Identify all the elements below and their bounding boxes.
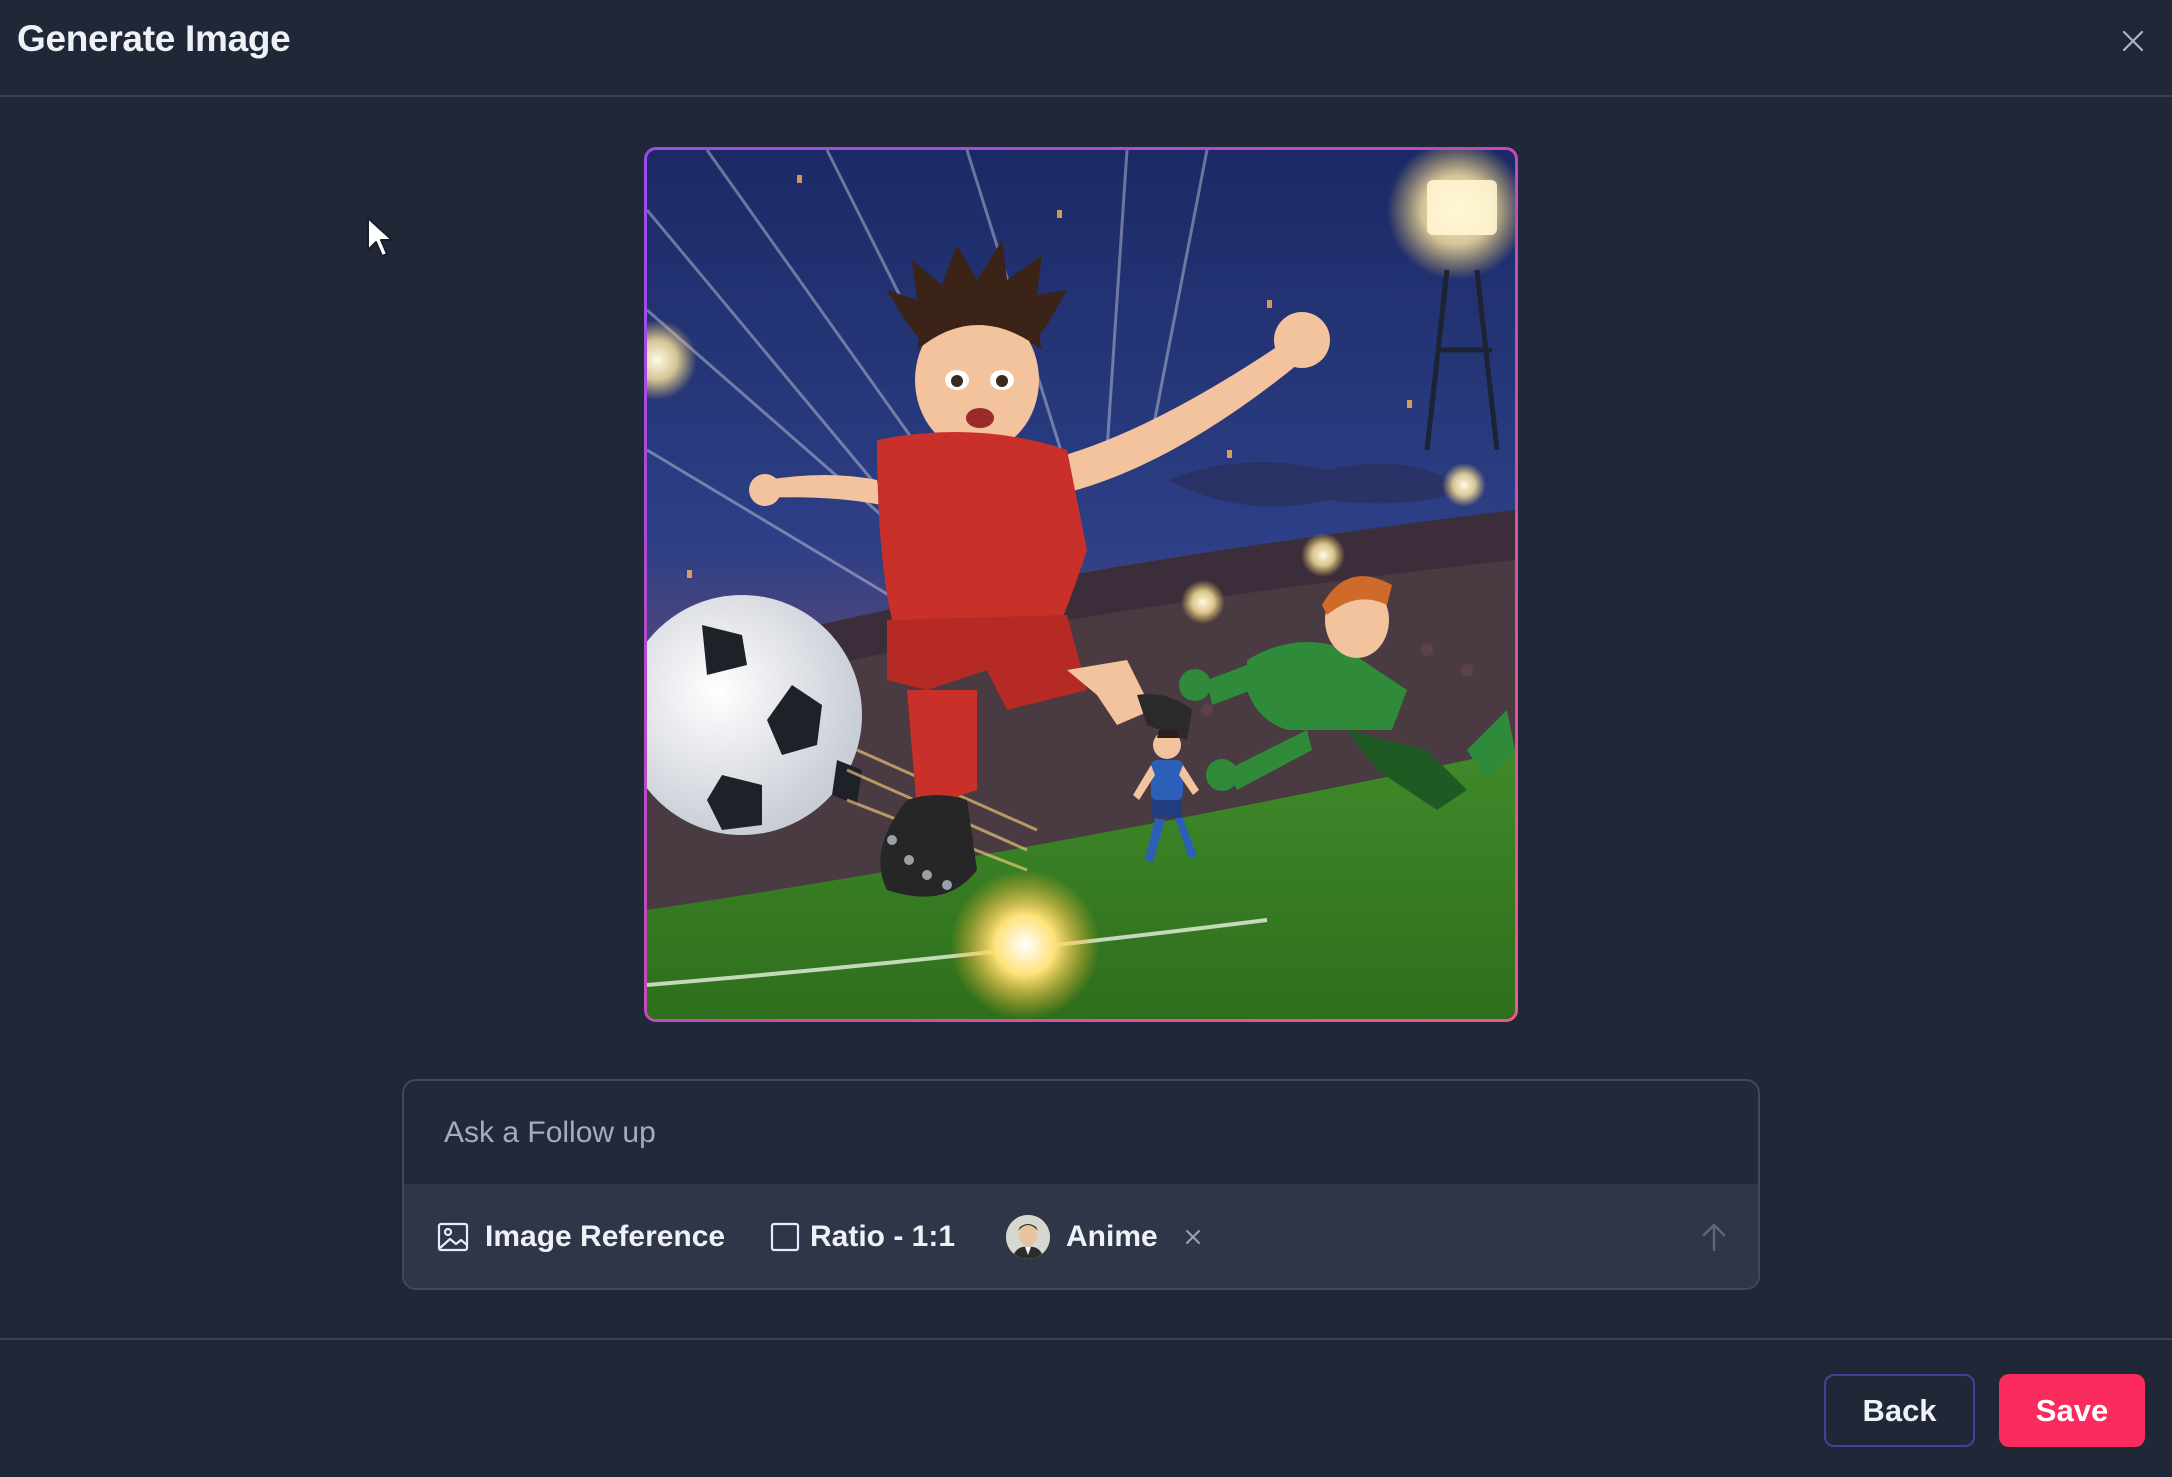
style-chip[interactable]: Anime	[1006, 1184, 1158, 1288]
image-icon	[437, 1221, 469, 1253]
mouse-cursor-icon	[367, 217, 393, 257]
image-reference-label: Image Reference	[485, 1220, 726, 1253]
dialog-header: Generate Image	[0, 0, 2172, 97]
footer-divider	[0, 1338, 2172, 1340]
dialog-title: Generate Image	[17, 18, 291, 59]
style-label: Anime	[1066, 1220, 1158, 1253]
follow-up-input[interactable]	[404, 1081, 1758, 1184]
image-reference-button[interactable]: Image Reference	[437, 1184, 726, 1288]
close-icon	[2122, 30, 2144, 52]
close-button[interactable]	[2116, 24, 2150, 58]
square-icon	[770, 1222, 800, 1252]
follow-up-prompt-box: Image Reference Ratio - 1:1 Anime	[402, 1079, 1760, 1290]
save-button[interactable]: Save	[1999, 1374, 2145, 1447]
arrow-up-icon	[1702, 1223, 1726, 1252]
style-avatar	[1006, 1215, 1050, 1259]
close-icon	[1186, 1230, 1200, 1244]
ratio-selector[interactable]: Ratio - 1:1	[770, 1184, 956, 1288]
generated-image-illustration	[647, 150, 1515, 1019]
style-remove-button[interactable]	[1178, 1184, 1208, 1288]
send-button[interactable]	[1694, 1184, 1734, 1288]
prompt-toolbar: Image Reference Ratio - 1:1 Anime	[404, 1184, 1758, 1288]
ratio-label: Ratio - 1:1	[810, 1220, 956, 1253]
back-button[interactable]: Back	[1824, 1374, 1975, 1447]
generated-image[interactable]	[647, 150, 1515, 1019]
generated-image-frame	[644, 147, 1518, 1022]
